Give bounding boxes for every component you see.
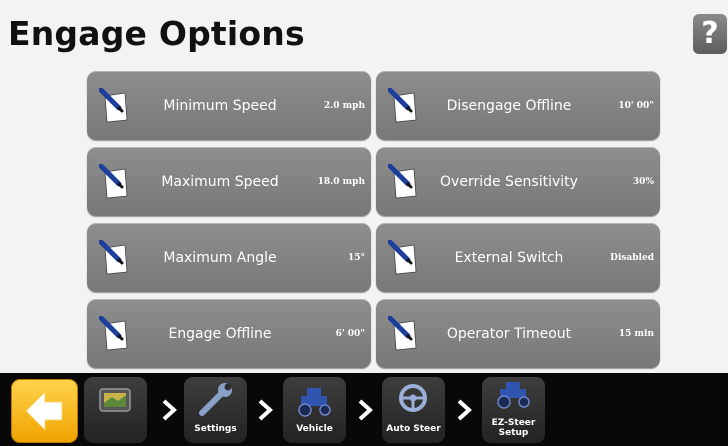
chevron-right-icon [162,399,177,421]
edit-notepad-icon [99,316,128,351]
steering-wheel-icon [399,384,427,412]
option-value: 2.0 mph [323,100,365,111]
chevron-right-icon [258,399,273,421]
option-label: Operator Timeout [446,325,572,342]
header: Engage Options ? [0,0,728,66]
option-external-switch[interactable]: External Switch Disabled [376,223,660,292]
settings-button[interactable]: Settings [184,377,247,443]
nav-label-line2: Setup [498,428,529,438]
arrow-left-icon [25,390,63,432]
option-label: Minimum Speed [163,97,277,114]
chevron-right-icon [358,399,373,421]
edit-notepad-icon [99,240,128,275]
back-button[interactable] [11,379,78,443]
option-disengage-offline[interactable]: Disengage Offline 10' 00" [376,71,660,140]
tractor-icon [497,382,530,409]
option-maximum-angle[interactable]: Maximum Angle 15° [87,223,371,292]
edit-notepad-icon [388,164,417,199]
option-maximum-speed[interactable]: Maximum Speed 18.0 mph [87,147,371,216]
page-title: Engage Options [8,14,305,53]
nav-label: Vehicle [296,424,333,434]
vehicle-button[interactable]: Vehicle [283,377,346,443]
edit-notepad-icon [388,240,417,275]
bottom-nav-bar: Settings Vehicle Auto Steer EZ-Steer Set… [0,373,728,446]
chevron-right-icon [457,399,472,421]
option-label: Engage Offline [168,325,272,342]
auto-steer-button[interactable]: Auto Steer [382,377,445,443]
option-override-sensitivity[interactable]: Override Sensitivity 30% [376,147,660,216]
option-value: Disabled [610,252,654,263]
option-value: 15 min [618,328,654,339]
nav-label: EZ-Steer Setup [482,418,545,438]
option-label: Maximum Speed [161,173,279,190]
edit-notepad-icon [388,88,417,123]
edit-notepad-icon [99,164,128,199]
tractor-icon [298,388,331,417]
option-label: External Switch [454,249,564,266]
option-operator-timeout[interactable]: Operator Timeout 15 min [376,299,660,368]
help-button[interactable]: ? [693,14,727,54]
home-button[interactable] [84,377,147,443]
wrench-icon [199,383,232,416]
option-label: Disengage Offline [446,97,572,114]
option-value: 6' 00" [335,328,365,339]
option-value: 30% [632,176,654,187]
option-value: 10' 00" [618,100,654,111]
ez-steer-setup-button[interactable]: EZ-Steer Setup [482,377,545,443]
option-label: Override Sensitivity [440,173,578,190]
nav-label-line1: EZ-Steer [491,418,536,428]
option-minimum-speed[interactable]: Minimum Speed 2.0 mph [87,71,371,140]
option-engage-offline[interactable]: Engage Offline 6' 00" [87,299,371,368]
nav-label: Auto Steer [386,424,441,434]
option-value: 15° [347,252,365,263]
option-value: 18.0 mph [317,176,365,187]
nav-label: Settings [194,424,237,434]
options-grid: Minimum Speed 2.0 mph Disengage Offline … [87,71,660,368]
option-label: Maximum Angle [163,249,277,266]
display-icon [99,388,131,412]
edit-notepad-icon [388,316,417,351]
edit-notepad-icon [99,88,128,123]
